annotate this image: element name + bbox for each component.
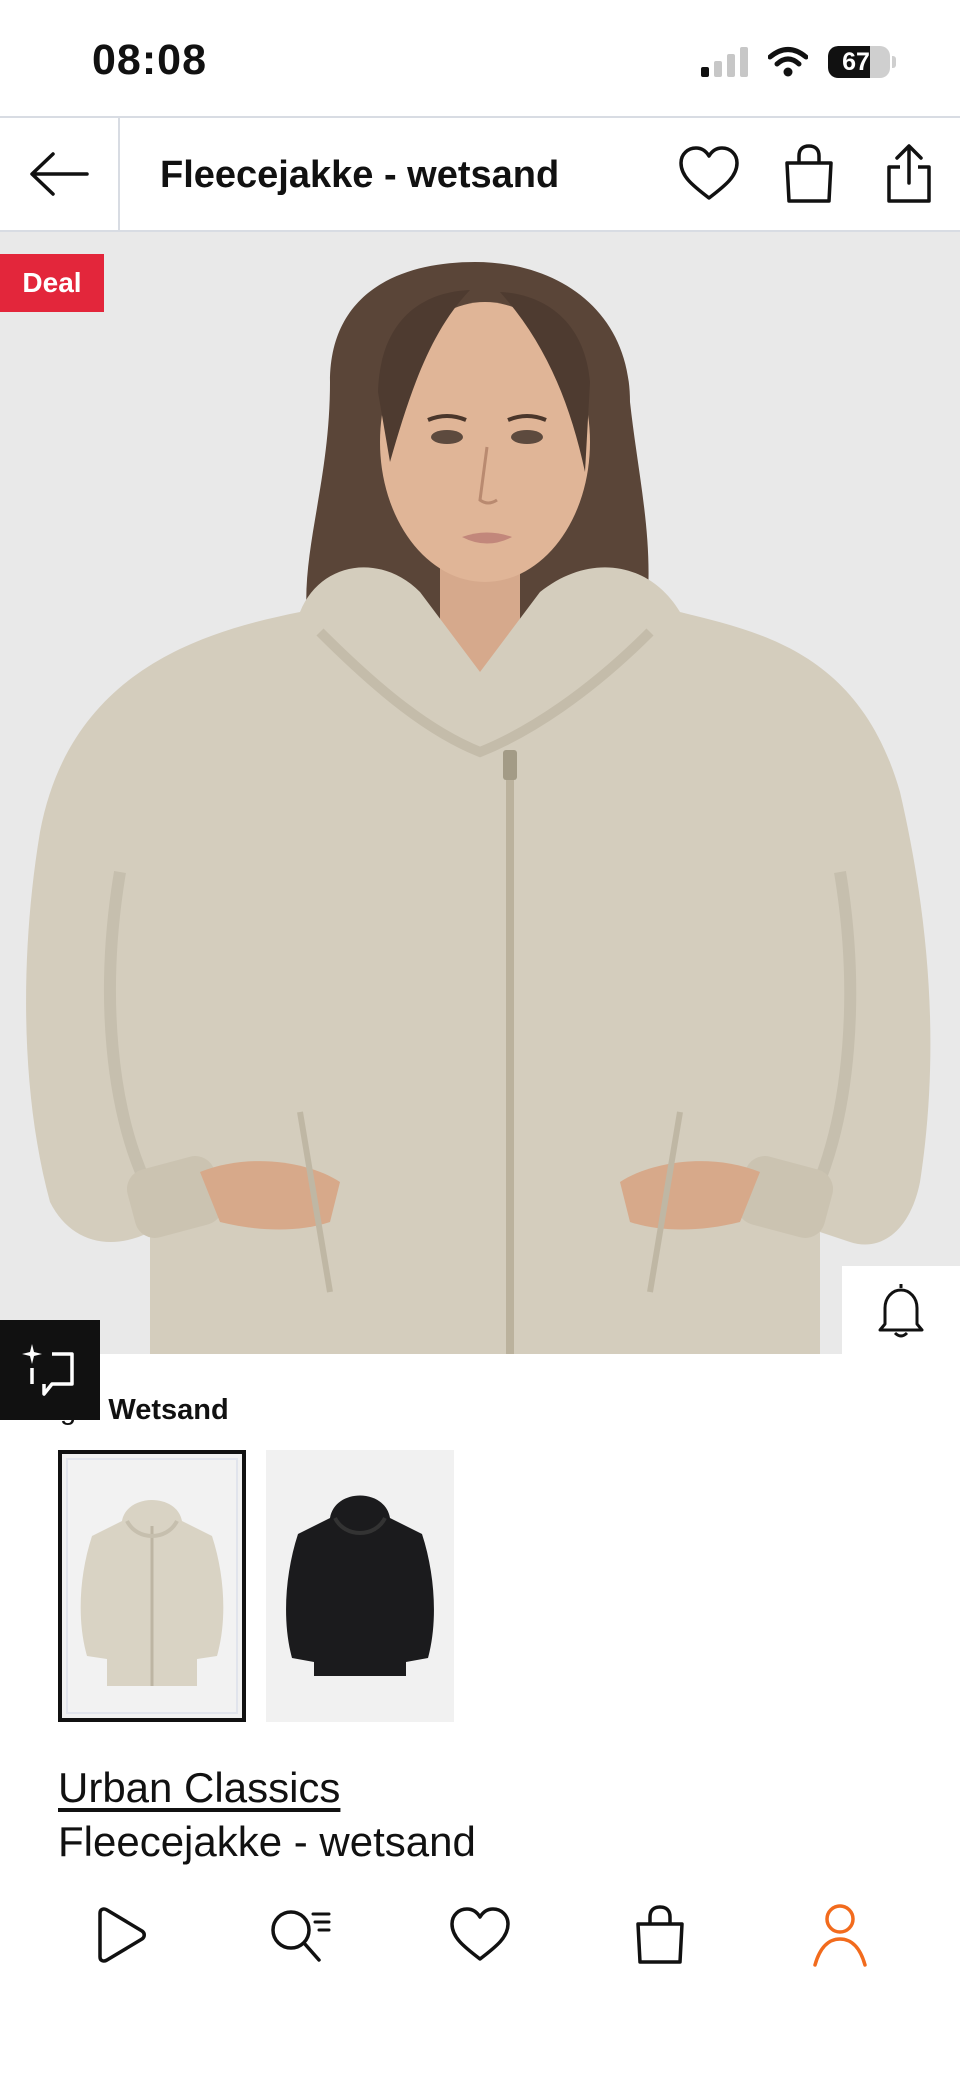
nav-cart[interactable] [615, 1890, 705, 1980]
product-name: Fleecejakke - wetsand [58, 1818, 476, 1865]
brand-link[interactable]: Urban Classics [58, 1764, 340, 1812]
wetsand-jacket-thumbnail [80, 1500, 224, 1686]
black-jacket-thumbnail [286, 1495, 434, 1676]
nav-search[interactable] [255, 1890, 345, 1980]
wishlist-button[interactable] [678, 143, 740, 205]
home-play-icon [98, 1907, 146, 1963]
cart-button[interactable] [778, 143, 840, 205]
wifi-icon [768, 47, 808, 77]
shopping-bag-icon [785, 144, 833, 203]
cart-bag-icon [636, 1905, 684, 1964]
product-image[interactable]: Deal [0, 232, 960, 1354]
back-arrow-icon [30, 152, 89, 196]
model-wearing-fleece-jacket-image [0, 232, 960, 1354]
status-icons: 67 [701, 46, 896, 78]
battery-icon: 67 [828, 46, 890, 78]
bell-icon [878, 1284, 924, 1338]
color-value: Wetsand [108, 1394, 229, 1426]
deal-badge: Deal [0, 254, 104, 312]
wishlist-heart-icon [450, 1907, 510, 1961]
nav-profile[interactable] [795, 1890, 885, 1980]
app-header: Fleecejakke - wetsand [0, 116, 960, 232]
battery-level: 67 [842, 47, 870, 76]
status-time: 08:08 [92, 36, 207, 84]
profile-icon [813, 1904, 867, 1967]
page-title: Fleecejakke - wetsand [160, 154, 560, 196]
bottom-nav [0, 1880, 960, 1990]
nav-wishlist[interactable] [435, 1890, 525, 1980]
swatch-wetsand[interactable] [58, 1450, 246, 1722]
share-icon [887, 144, 931, 203]
search-menu-icon [271, 1910, 331, 1962]
share-button[interactable] [878, 143, 940, 205]
notify-button[interactable] [842, 1266, 960, 1354]
swatch-black[interactable] [266, 1450, 454, 1722]
back-button[interactable] [0, 118, 120, 230]
status-bar: 08:08 67 [0, 0, 960, 116]
visual-search-button[interactable] [0, 1320, 100, 1420]
visual-search-icon [22, 1344, 74, 1396]
heart-icon [679, 146, 739, 200]
header-actions [678, 118, 940, 230]
color-swatches [58, 1450, 454, 1722]
cellular-signal-icon [701, 47, 748, 77]
nav-home[interactable] [75, 1890, 165, 1980]
